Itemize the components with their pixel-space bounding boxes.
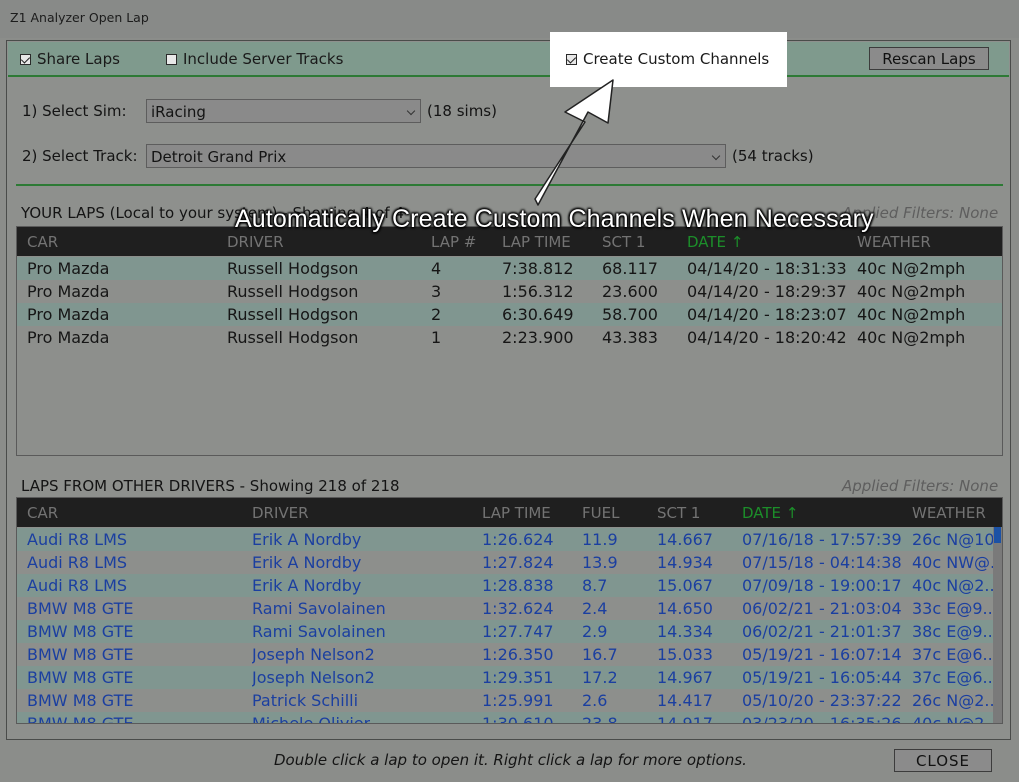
annotation-text: Automatically Create Custom Channels Whe… (235, 205, 874, 233)
close-button[interactable]: CLOSE (894, 749, 992, 772)
annotation-arrow (534, 79, 614, 206)
footer-hint: Double click a lap to open it. Right cli… (274, 751, 747, 769)
arrow-shape (534, 79, 614, 206)
